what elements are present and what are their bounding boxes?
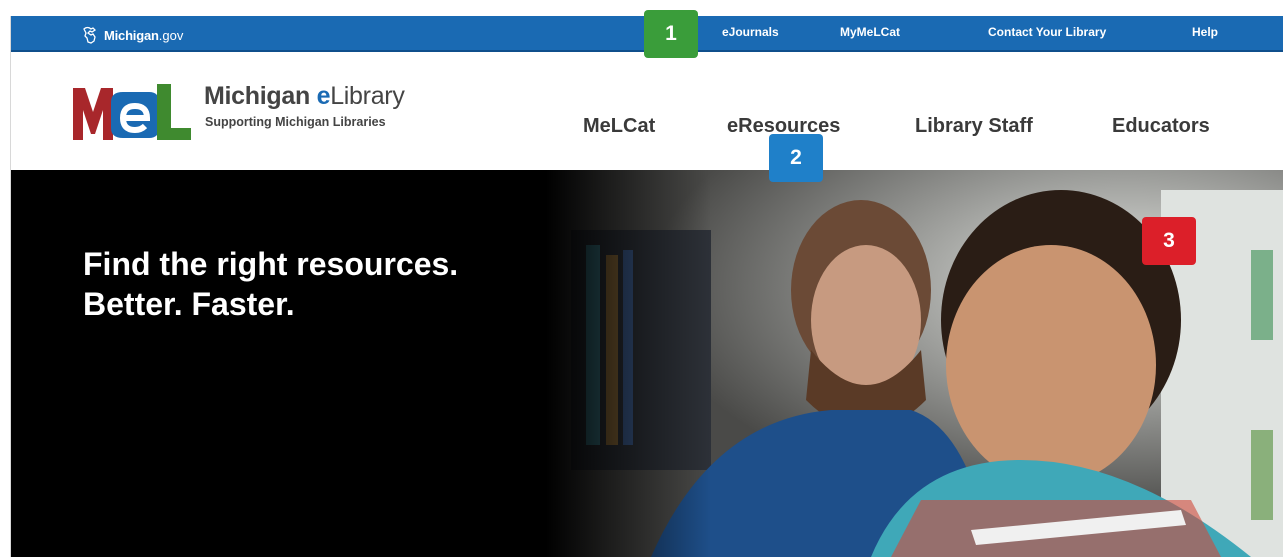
callout-badge-3: 3 [1142, 217, 1196, 265]
callout-badge-1: 1 [644, 10, 698, 58]
hero-photo-image [11, 170, 1283, 557]
hero-headline: Find the right resources. Better. Faster… [83, 244, 458, 324]
michigan-gov-logo[interactable]: Michigan .gov [81, 25, 183, 45]
michigan-state-outline-icon [83, 26, 97, 44]
michigan-gov-logo-text: Michigan [104, 27, 159, 43]
nav-educators[interactable]: Educators [1112, 115, 1210, 138]
toplink-contact-your-library[interactable]: Contact Your Library [988, 25, 1106, 39]
brand-subtitle: Supporting Michigan Libraries [205, 115, 386, 129]
toplink-help[interactable]: Help [1192, 25, 1218, 39]
hero-headline-line-1: Find the right resources. [83, 246, 459, 282]
brand-name-e: e [316, 82, 331, 110]
toplink-ejournals[interactable]: eJournals [722, 25, 779, 39]
hero-headline-line-2: Better. Faster. [83, 286, 295, 322]
hero-banner[interactable]: Find the right resources. Better. Faster… [11, 170, 1283, 557]
brand-name-part-1: Michigan [204, 82, 317, 110]
brand-name-part-2: Library [330, 82, 405, 110]
toplink-mymelcat[interactable]: MyMeLCat [840, 25, 900, 39]
nav-melcat[interactable]: MeLCat [583, 115, 655, 138]
callout-badge-2: 2 [769, 134, 823, 182]
site-header: Michigan eLibrary Supporting Michigan Li… [11, 52, 1283, 170]
brand-name[interactable]: Michigan eLibrary [204, 82, 405, 111]
nav-library-staff[interactable]: Library Staff [915, 115, 1033, 138]
browser-viewport: Michigan .gov eJournals MyMeLCat Contact … [10, 16, 1283, 557]
michigan-gov-logo-suffix: .gov [158, 27, 184, 43]
